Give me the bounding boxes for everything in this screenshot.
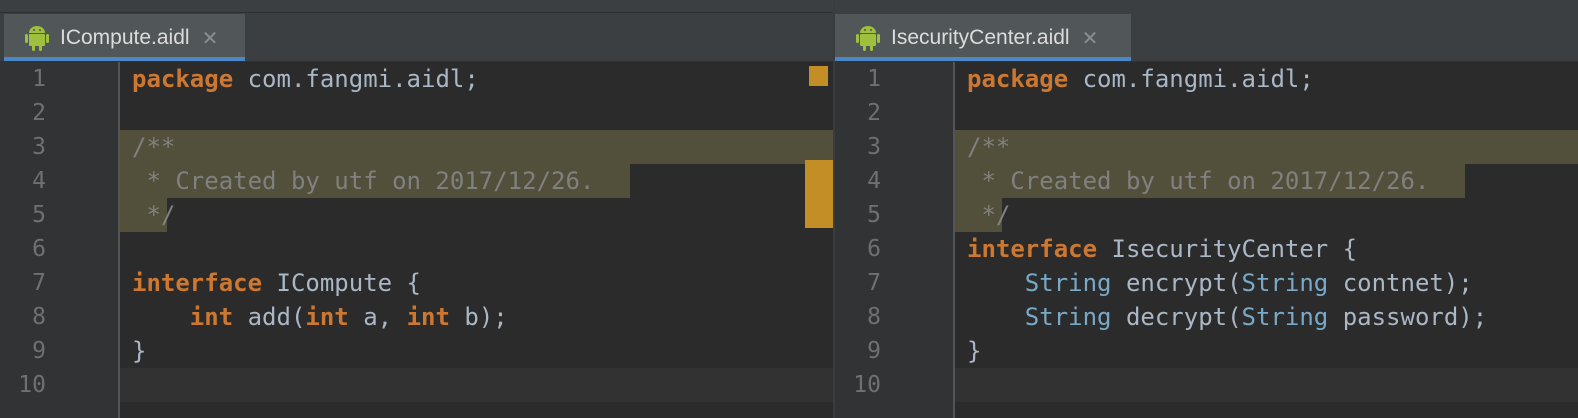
code-line: package com.fangmi.aidl; [955, 62, 1578, 96]
code-line: interface ICompute { [120, 266, 833, 300]
keyword: int [305, 303, 349, 331]
code-token: } [967, 337, 982, 365]
tab-bar-right: IsecurityCenter.aidl ✕ [835, 0, 1578, 62]
line-number: 2 [32, 100, 46, 126]
code-token: com.fangmi.aidl; [233, 65, 479, 93]
doc-comment-line: /** [955, 130, 1578, 164]
code-line: } [120, 334, 833, 368]
line-number: 6 [32, 236, 46, 262]
keyword: interface [132, 269, 263, 297]
keyword: interface [967, 235, 1098, 263]
code-line: int add(int a, int b); [120, 300, 833, 334]
keyword: int [189, 303, 234, 331]
type-token: String [1241, 303, 1329, 331]
current-line [955, 368, 1578, 402]
keyword: int [406, 303, 450, 331]
code-token: encrypt( [1111, 269, 1242, 297]
doc-comment-line: * Created by utf on 2017/12/26. [120, 164, 630, 198]
tab-isecuritycenter[interactable]: IsecurityCenter.aidl ✕ [835, 14, 1131, 61]
editor-pane-left: ICompute.aidl ✕ 1 2 3 4 5 6 7 8 9 10 pac… [0, 0, 833, 418]
line-number: 4 [867, 168, 881, 194]
code-line: } [955, 334, 1578, 368]
code-line: package com.fangmi.aidl; [120, 62, 833, 96]
keyword: package [967, 65, 1069, 93]
line-gutter: 1 2 3 4 5 6 7 8 9 10 [0, 62, 120, 418]
line-number: 7 [32, 270, 46, 296]
comment-text: * Created by utf on 2017/12/26. [132, 167, 595, 195]
warning-marker[interactable] [809, 66, 828, 86]
line-number: 1 [32, 66, 46, 92]
code-token: com.fangmi.aidl; [1068, 65, 1314, 93]
doc-comment-line: */ [120, 198, 175, 232]
line-number: 8 [867, 304, 881, 330]
line-number: 3 [867, 134, 881, 160]
line-number: 6 [867, 236, 881, 262]
line-number: 5 [867, 202, 881, 228]
line-number: 3 [32, 134, 46, 160]
code-token: IsecurityCenter { [1097, 235, 1358, 263]
line-number: 1 [867, 66, 881, 92]
type-token: String [1024, 303, 1112, 331]
line-number: 5 [32, 202, 46, 228]
code-line: String decrypt(String password); [955, 300, 1578, 334]
doc-comment-line: */ [955, 198, 1010, 232]
editor-pane-right: IsecurityCenter.aidl ✕ 1 2 3 4 5 6 7 8 9… [835, 0, 1578, 418]
comment-text: */ [967, 201, 1011, 229]
code-line: interface IsecurityCenter { [955, 232, 1578, 266]
code-token: decrypt( [1111, 303, 1242, 331]
line-number: 2 [867, 100, 881, 126]
tab-label: ICompute.aidl [60, 25, 190, 49]
tab-icompute[interactable]: ICompute.aidl ✕ [4, 14, 245, 61]
comment-text: /** [967, 133, 1011, 161]
line-number: 7 [867, 270, 881, 296]
code-token: a, [348, 303, 407, 331]
code-token: b); [449, 303, 508, 331]
close-icon[interactable]: ✕ [202, 28, 219, 48]
code-token: add( [233, 303, 306, 331]
highlight-marker[interactable] [805, 160, 833, 228]
line-number: 10 [853, 372, 881, 398]
doc-comment-line: * Created by utf on 2017/12/26. [955, 164, 1465, 198]
code-token: contnet); [1328, 269, 1473, 297]
line-gutter: 1 2 3 4 5 6 7 8 9 10 [835, 62, 955, 418]
navigation-strip [0, 0, 833, 13]
line-number: 8 [32, 304, 46, 330]
doc-comment-line: /** [120, 130, 833, 164]
code-line: String encrypt(String contnet); [955, 266, 1578, 300]
comment-text: * Created by utf on 2017/12/26. [967, 167, 1430, 195]
tab-bar-left: ICompute.aidl ✕ [0, 0, 833, 62]
line-number: 9 [867, 338, 881, 364]
keyword: package [132, 65, 234, 93]
type-token: String [1241, 269, 1329, 297]
code-token: ICompute { [262, 269, 421, 297]
comment-text: */ [132, 201, 176, 229]
code-token: } [132, 337, 147, 365]
android-icon [856, 25, 880, 51]
line-number: 4 [32, 168, 46, 194]
tab-label: IsecurityCenter.aidl [891, 25, 1070, 49]
code-token: password); [1328, 303, 1488, 331]
line-number: 9 [32, 338, 46, 364]
current-line [120, 368, 833, 402]
type-token: String [1024, 269, 1112, 297]
close-icon[interactable]: ✕ [1082, 28, 1099, 48]
code-editor-right[interactable]: 1 2 3 4 5 6 7 8 9 10 package com.fangmi.… [835, 62, 1578, 418]
comment-text: /** [132, 133, 176, 161]
code-editor-left[interactable]: 1 2 3 4 5 6 7 8 9 10 package com.fangmi.… [0, 62, 833, 418]
android-icon [25, 25, 49, 51]
line-number: 10 [18, 372, 46, 398]
